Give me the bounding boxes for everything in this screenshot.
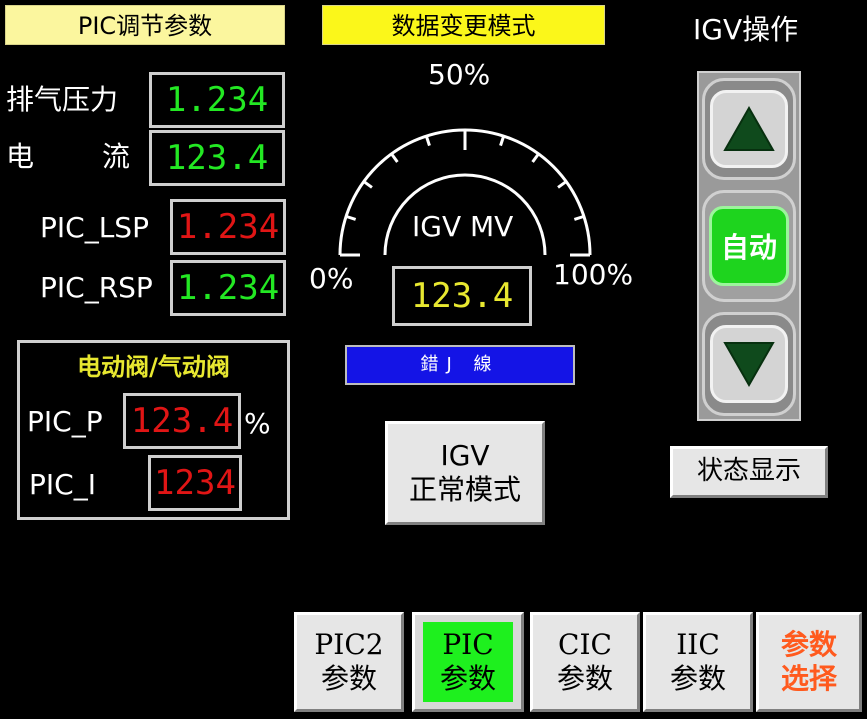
- igv-close-inner: [710, 325, 788, 403]
- tab-pic-line1: PIC: [442, 628, 494, 661]
- gauge-title: IGV MV: [412, 210, 514, 243]
- up-arrow-icon: [723, 105, 775, 151]
- igv-operation-title: IGV操作: [693, 13, 799, 46]
- tab-pic-params[interactable]: PIC 参数: [412, 612, 524, 712]
- gauge-label-0: 0%: [309, 262, 354, 295]
- igv-mode-line1: IGV: [440, 439, 490, 472]
- igv-open-button[interactable]: [702, 78, 796, 180]
- tab-iic-line2: 参数: [669, 662, 726, 695]
- igv-open-inner: [710, 90, 788, 168]
- pic-i-label: PIC_I: [29, 468, 96, 501]
- igv-auto-label: 自动: [709, 206, 789, 286]
- gauge-tick: [557, 180, 568, 189]
- igv-auto-button[interactable]: 自动: [702, 190, 796, 302]
- igv-status-bar: 錯J 線: [345, 345, 575, 385]
- igv-mv-value[interactable]: 123.4: [392, 266, 532, 326]
- data-change-mode-header: 数据变更模式: [322, 5, 605, 45]
- status-display-button[interactable]: 状态显示: [670, 446, 828, 498]
- pic-lsp-value[interactable]: 1.234: [170, 199, 286, 255]
- gauge-label-50: 50%: [428, 58, 491, 91]
- gauge-tick: [531, 152, 540, 163]
- gauge-tick: [424, 135, 431, 147]
- tab-pic2-params[interactable]: PIC2 参数: [294, 612, 404, 712]
- gauge-tick: [362, 180, 373, 189]
- gauge-label-100: 100%: [553, 258, 634, 291]
- tab-iic-params[interactable]: IIC 参数: [643, 612, 753, 712]
- pic-p-unit: %: [244, 407, 271, 440]
- gauge-tick: [499, 135, 506, 147]
- gauge-tick: [390, 152, 399, 163]
- current-label-b: 流: [102, 140, 131, 173]
- tab-pic2-line1: PIC2: [314, 628, 384, 661]
- exhaust-pressure-value[interactable]: 1.234: [149, 72, 285, 128]
- pic-p-label: PIC_P: [27, 405, 103, 438]
- tab-select-line1: 参数: [780, 628, 837, 661]
- current-label-a: 电: [6, 140, 35, 173]
- tab-cic-line2: 参数: [556, 662, 613, 695]
- tab-cic-params[interactable]: CIC 参数: [530, 612, 640, 712]
- pic-rsp-label: PIC_RSP: [40, 271, 153, 304]
- pic-rsp-value[interactable]: 1.234: [170, 260, 286, 316]
- igv-normal-mode-button[interactable]: IGV 正常模式: [385, 421, 545, 525]
- tab-pic-line2: 参数: [439, 662, 496, 695]
- down-arrow-icon: [723, 342, 775, 388]
- tab-param-select[interactable]: 参数 选择: [756, 612, 862, 712]
- tab-pic-active-fill: PIC 参数: [423, 622, 513, 702]
- igv-mode-line2: 正常模式: [408, 473, 521, 506]
- tab-pic2-line2: 参数: [320, 662, 377, 695]
- current-value[interactable]: 123.4: [149, 130, 285, 186]
- pic-lsp-label: PIC_LSP: [40, 211, 149, 244]
- pic-params-header: PIC调节参数: [5, 5, 285, 45]
- pic-i-value[interactable]: 1234: [148, 455, 242, 511]
- pic-p-value[interactable]: 123.4: [123, 393, 241, 449]
- exhaust-pressure-label: 排气压力: [6, 83, 119, 116]
- tab-select-line2: 选择: [780, 662, 837, 695]
- tab-cic-line1: CIC: [558, 628, 612, 661]
- valve-panel-title: 电动阀/气动阀: [77, 353, 230, 381]
- gauge-tick: [345, 214, 357, 221]
- igv-close-button[interactable]: [702, 312, 796, 416]
- gauge-tick: [573, 214, 585, 221]
- tab-iic-line1: IIC: [676, 628, 720, 661]
- igv-gauge: [338, 128, 592, 257]
